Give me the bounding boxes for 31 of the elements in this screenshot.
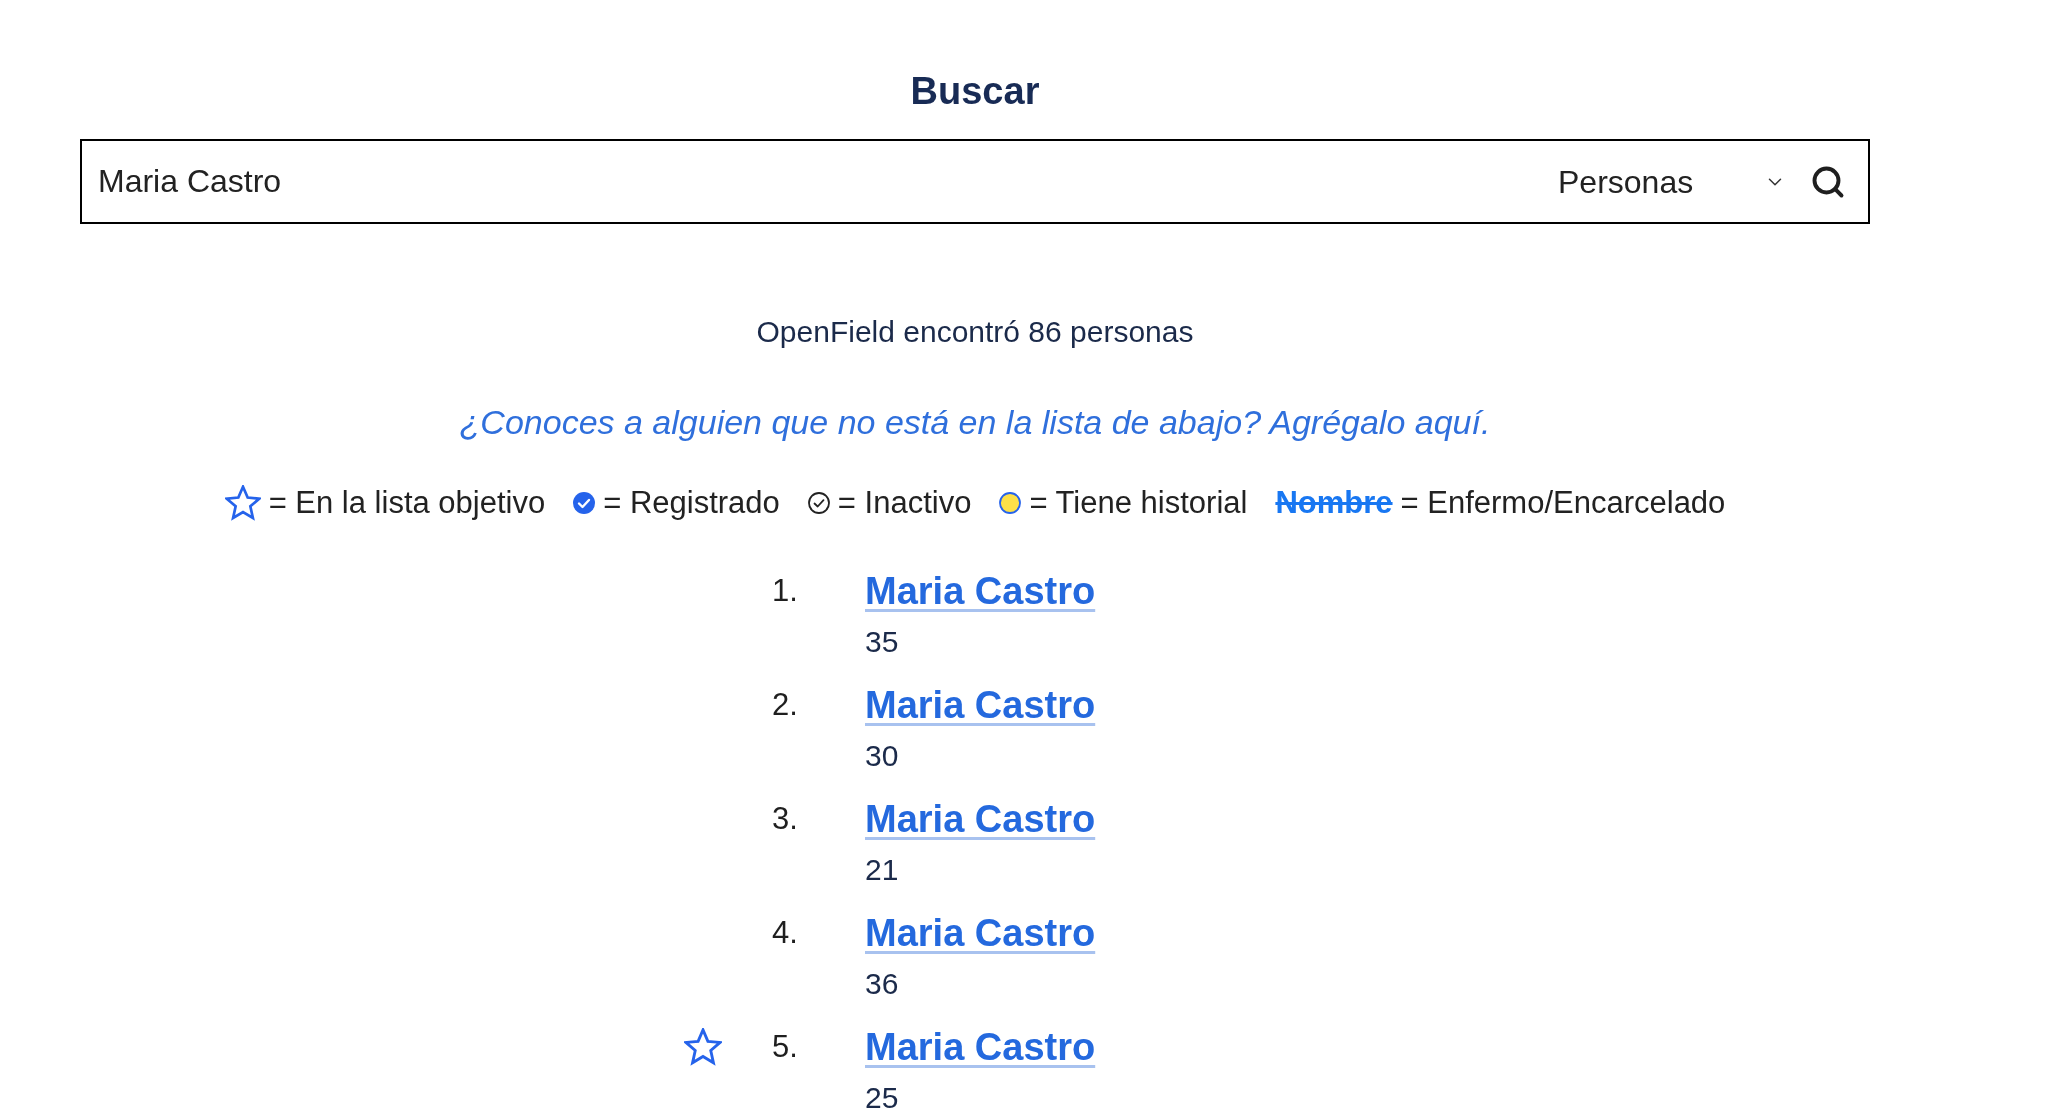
star-outline-icon [224, 485, 261, 521]
category-dropdown[interactable]: Personas [1548, 141, 1798, 222]
add-person-link[interactable]: ¿Conoces a alguien que no está en la lista de abajo? Agrégalo aquí. [459, 402, 1491, 442]
legend-label: = Tiene historial [1029, 484, 1248, 522]
person-age: 36 [865, 967, 899, 1000]
person-name-link[interactable]: Maria Castro [865, 682, 1096, 728]
legend-label: = Registrado [603, 484, 780, 522]
result-number: 3. [772, 799, 798, 838]
check-circle-icon [573, 492, 596, 514]
legend-label: = En la lista objetivo [268, 484, 546, 522]
check-circle-outline-icon [807, 492, 830, 514]
search-field[interactable]: Maria Castro [82, 141, 1548, 222]
result-count: OpenField encontró 86 personas [756, 314, 1194, 350]
person-age: 21 [865, 853, 899, 886]
result-number: 5. [772, 1027, 798, 1066]
filled-dot-icon [999, 492, 1022, 514]
person-name-link[interactable]: Maria Castro [865, 796, 1096, 842]
page-title: Buscar [910, 69, 1040, 114]
person-age: 35 [865, 625, 899, 658]
person-age: 30 [865, 739, 899, 772]
legend-label: = Enfermo/Encarcelado [1400, 484, 1726, 522]
legend-label: = Inactivo [837, 484, 972, 522]
result-number: 2. [772, 685, 798, 724]
person-age: 25 [865, 1081, 899, 1114]
search-bar[interactable]: Maria Castro Personas [80, 139, 1870, 224]
person-name-link[interactable]: Maria Castro [865, 1024, 1096, 1070]
result-number: 4. [772, 913, 798, 952]
person-name-link[interactable]: Maria Castro [865, 910, 1096, 956]
struck-name-sample: Nombre [1275, 484, 1393, 522]
result-number: 1. [772, 571, 798, 610]
person-name-link[interactable]: Maria Castro [865, 568, 1096, 614]
